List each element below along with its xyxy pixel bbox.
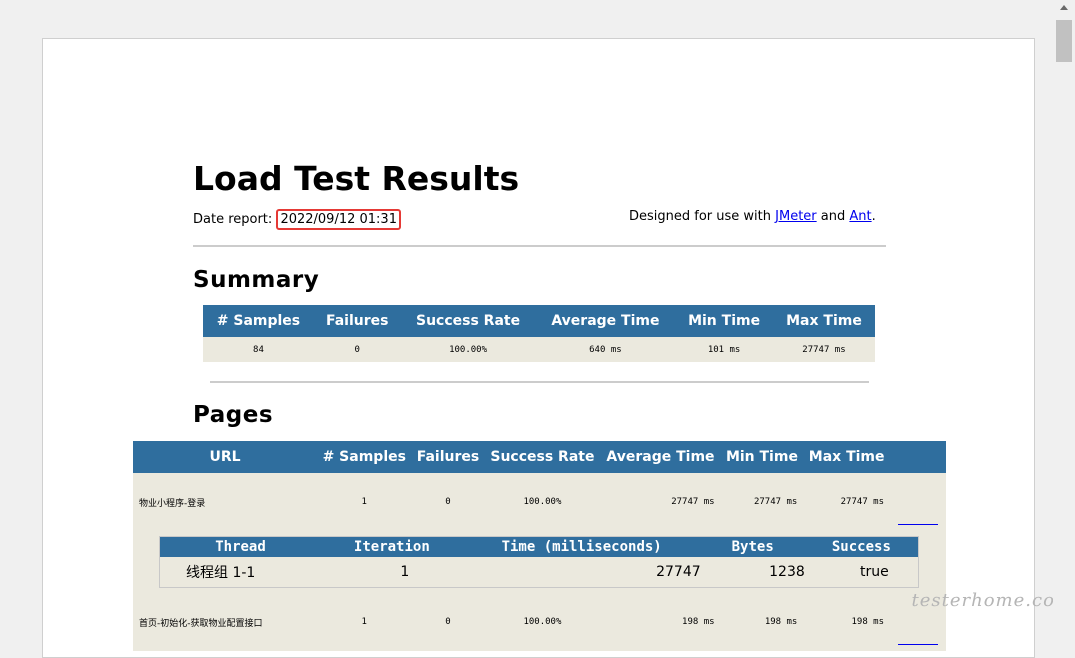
col-min-time: Min Time <box>720 441 804 473</box>
col-max-time: Max Time <box>803 441 890 473</box>
cell-average-time: 198 ms <box>600 593 721 651</box>
col-url: URL <box>133 441 317 473</box>
details-link[interactable] <box>890 473 946 531</box>
col-max-time: Max Time <box>772 305 875 337</box>
details-link-underline <box>898 644 938 645</box>
col-details <box>890 441 946 473</box>
cell-samples: 84 <box>203 337 314 362</box>
col-success-rate: Success Rate <box>484 441 601 473</box>
date-value-highlighted: 2022/09/12 01:31 <box>276 209 401 230</box>
cell-success-rate: 100.00% <box>484 473 601 531</box>
col-min-time: Min Time <box>675 305 773 337</box>
cell-max-time: 27747 ms <box>803 473 890 531</box>
table-row: 首页-初始化-获取物业配置接口 1 0 100.00% 198 ms 198 m… <box>133 593 946 651</box>
cell-min-time: 198 ms <box>720 593 804 651</box>
scroll-up-arrow-icon[interactable] <box>1060 5 1068 10</box>
ant-link[interactable]: Ant <box>849 209 871 224</box>
thread-detail-table: Thread Iteration Time (milliseconds) Byt… <box>159 536 919 588</box>
col-samples: # Samples <box>203 305 314 337</box>
col-thread: Thread <box>160 537 322 557</box>
col-failures: Failures <box>411 441 485 473</box>
summary-table: # Samples Failures Success Rate Average … <box>203 305 875 362</box>
cell-samples: 1 <box>317 593 412 651</box>
cell-average-time: 640 ms <box>535 337 676 362</box>
cell-failures: 0 <box>411 593 485 651</box>
detail-row: Thread Iteration Time (milliseconds) Byt… <box>133 531 946 593</box>
divider <box>193 245 886 247</box>
thread-row: 线程组 1-1 1 27747 1238 true <box>160 557 918 587</box>
cell-url: 首页-初始化-获取物业配置接口 <box>133 593 317 651</box>
cell-samples: 1 <box>317 473 412 531</box>
cell-success-rate: 100.00% <box>484 593 601 651</box>
summary-heading: Summary <box>193 267 320 293</box>
table-row: 物业小程序-登录 1 0 100.00% 27747 ms 27747 ms 2… <box>133 473 946 531</box>
cell-thread: 线程组 1-1 <box>160 557 322 587</box>
col-average-time: Average Time <box>600 441 721 473</box>
summary-row: 84 0 100.00% 640 ms 101 ms 27747 ms <box>203 337 875 362</box>
col-success: Success <box>804 537 918 557</box>
cell-iteration: 1 <box>321 557 463 587</box>
divider <box>210 381 869 383</box>
col-time-ms: Time (milliseconds) <box>462 537 701 557</box>
cell-url: 物业小程序-登录 <box>133 473 317 531</box>
col-iteration: Iteration <box>321 537 463 557</box>
watermark: testerhome.com <box>911 590 1073 611</box>
cell-success-rate: 100.00% <box>400 337 536 362</box>
period-text: . <box>871 209 876 224</box>
cell-time-ms: 27747 <box>462 557 701 587</box>
cell-failures: 0 <box>313 337 401 362</box>
date-label: Date report: <box>193 212 273 227</box>
col-samples: # Samples <box>317 441 412 473</box>
col-average-time: Average Time <box>535 305 676 337</box>
col-bytes: Bytes <box>700 537 805 557</box>
pages-table: URL # Samples Failures Success Rate Aver… <box>133 441 946 651</box>
pages-header-row: URL # Samples Failures Success Rate Aver… <box>133 441 946 473</box>
pages-heading: Pages <box>193 402 274 428</box>
designed-text: Designed for use with <box>629 209 771 224</box>
report-title: Load Test Results <box>193 159 520 198</box>
col-success-rate: Success Rate <box>400 305 536 337</box>
cell-bytes: 1238 <box>700 557 805 587</box>
cell-min-time: 27747 ms <box>720 473 804 531</box>
cell-failures: 0 <box>411 473 485 531</box>
col-failures: Failures <box>313 305 401 337</box>
cell-average-time: 27747 ms <box>600 473 721 531</box>
vertical-scrollbar[interactable] <box>1053 0 1075 646</box>
jmeter-link[interactable]: JMeter <box>775 209 817 224</box>
cell-min-time: 101 ms <box>675 337 773 362</box>
scrollbar-thumb[interactable] <box>1056 20 1072 62</box>
details-link-underline <box>898 524 938 525</box>
cell-max-time: 198 ms <box>803 593 890 651</box>
designed-for-note: Designed for use with JMeter and Ant. <box>629 209 876 224</box>
detail-cell: Thread Iteration Time (milliseconds) Byt… <box>133 531 946 593</box>
date-report-line: Date report: 2022/09/12 01:31 <box>193 209 401 230</box>
thread-header-row: Thread Iteration Time (milliseconds) Byt… <box>160 537 918 557</box>
cell-max-time: 27747 ms <box>772 337 875 362</box>
and-text: and <box>820 209 846 224</box>
report-page: Load Test Results Date report: 2022/09/1… <box>42 38 1035 658</box>
summary-header-row: # Samples Failures Success Rate Average … <box>203 305 875 337</box>
cell-success: true <box>804 557 918 587</box>
